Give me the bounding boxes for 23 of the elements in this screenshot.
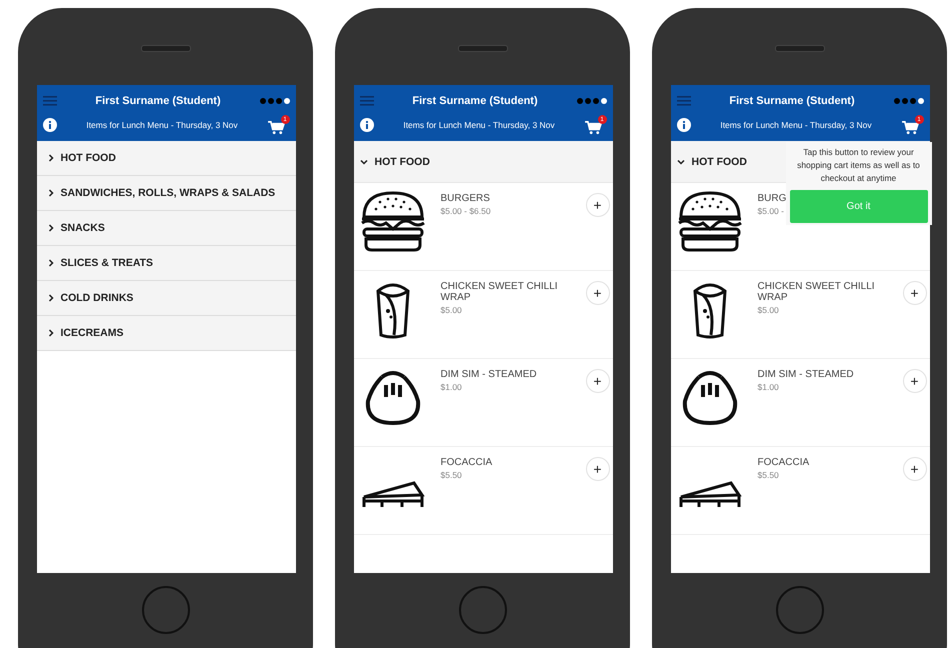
user-title: First Surname (Student)	[94, 95, 222, 107]
item-name: FOCACCIA	[758, 457, 810, 468]
item-price: $1.00	[758, 382, 780, 392]
menu-date-subtitle: Items for Lunch Menu - Thursday, 3 Nov	[85, 120, 239, 130]
menu-date-subtitle: Items for Lunch Menu - Thursday, 3 Nov	[719, 120, 873, 130]
item-name: CHICKEN SWEET CHILLI WRAP	[758, 281, 876, 303]
user-title: First Surname (Student)	[728, 95, 856, 107]
item-price: $1.00	[440, 382, 463, 392]
item-price: $5.00 - $6.50	[440, 206, 492, 216]
item-price: $5.00	[440, 305, 463, 315]
item-name: CHICKEN SWEET CHILLI WRAP	[440, 281, 559, 303]
item-price: $5.00 -	[758, 206, 785, 216]
user-title: First Surname (Student)	[411, 95, 539, 107]
item-price: $5.50	[440, 470, 463, 480]
item-price: $5.50	[758, 470, 780, 480]
item-name: DIM SIM - STEAMED	[440, 369, 538, 380]
item-name: DIM SIM - STEAMED	[758, 369, 855, 380]
item-name: BURG	[758, 193, 788, 204]
item-price: $5.00	[758, 305, 780, 315]
menu-date-subtitle: Items for Lunch Menu - Thursday, 3 Nov	[402, 120, 556, 130]
item-name: BURGERS	[440, 193, 491, 204]
item-name: FOCACCIA	[440, 457, 494, 468]
tooltip-text: Tap this button to review your shopping cart items as well as to checkout at anytime	[796, 146, 921, 184]
